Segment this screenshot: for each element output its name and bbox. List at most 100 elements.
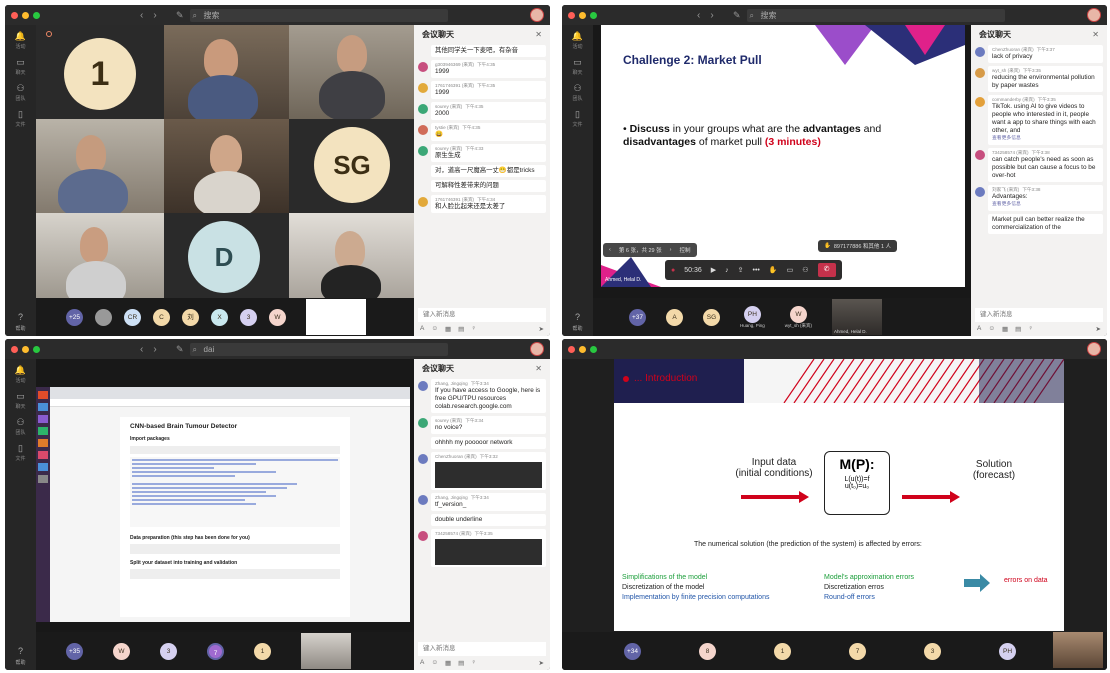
close-window-button[interactable]	[568, 345, 575, 353]
send-icon[interactable]: ➤	[1096, 325, 1101, 333]
participant-video[interactable]	[289, 213, 414, 303]
minimize-window-button[interactable]	[22, 345, 29, 353]
praise-icon[interactable]: ♀	[471, 659, 476, 666]
minimize-window-button[interactable]	[579, 345, 586, 353]
format-icon[interactable]: A	[420, 659, 424, 666]
search-input[interactable]: ⌕ 搜索	[189, 8, 448, 22]
participant-video[interactable]	[36, 119, 164, 213]
search-input[interactable]: ⌕ dai	[189, 342, 448, 356]
participant-avatar[interactable]: A	[666, 308, 683, 326]
participant-avatar[interactable]: 7	[207, 642, 224, 660]
participant-avatar[interactable]: W	[113, 642, 130, 660]
sticker-icon[interactable]: ▤	[458, 659, 464, 667]
files-icon[interactable]: ▯ 文件	[12, 109, 30, 129]
emoji-icon[interactable]: ☺	[988, 325, 995, 332]
maximize-window-button[interactable]	[33, 345, 40, 353]
prev-slide-icon[interactable]: ‹	[609, 247, 611, 253]
participant-video[interactable]	[164, 119, 289, 213]
close-icon[interactable]: ✕	[1092, 30, 1099, 39]
shared-thumbnail[interactable]	[306, 299, 366, 335]
participant-tile[interactable]: 1	[36, 25, 164, 119]
image-attachment[interactable]	[435, 462, 542, 488]
participant-tile[interactable]: SG	[289, 119, 414, 213]
participant-tile[interactable]: PH Huang, Ping	[740, 306, 765, 328]
maximize-window-button[interactable]	[33, 11, 40, 19]
participant-avatar[interactable]: W	[269, 308, 286, 326]
back-arrow-icon[interactable]: ‹	[140, 10, 143, 21]
more-participants-button[interactable]: +37	[629, 308, 646, 326]
back-arrow-icon[interactable]: ‹	[140, 344, 143, 355]
participant-video[interactable]	[1053, 632, 1103, 668]
close-window-button[interactable]	[11, 345, 18, 353]
back-arrow-icon[interactable]: ‹	[697, 10, 700, 21]
activity-icon[interactable]: 🔔 活动	[12, 365, 30, 385]
gif-icon[interactable]: ▦	[445, 325, 451, 333]
close-icon[interactable]: ✕	[535, 30, 542, 39]
participant-avatar[interactable]: 8	[699, 642, 716, 660]
teams-icon[interactable]: ⚇ 团队	[12, 417, 30, 437]
compose-icon[interactable]: ✎	[176, 344, 184, 355]
hand-icon[interactable]: ✋	[769, 266, 778, 274]
participant-avatar[interactable]: 3	[160, 642, 177, 660]
activity-icon[interactable]: 🔔 活动	[12, 31, 30, 51]
files-icon[interactable]: ▯ 文件	[12, 443, 30, 463]
participant-avatar[interactable]: 刘	[182, 308, 199, 326]
more-participants-button[interactable]: +34	[624, 642, 641, 660]
hangup-icon[interactable]: ✆	[817, 263, 836, 277]
participants-icon[interactable]: ⚇	[802, 266, 808, 274]
emoji-icon[interactable]: ☺	[431, 659, 438, 666]
participant-tile[interactable]: D	[164, 213, 289, 303]
close-window-button[interactable]	[568, 11, 575, 19]
close-window-button[interactable]	[11, 11, 18, 19]
send-icon[interactable]: ➤	[539, 325, 544, 333]
files-icon[interactable]: ▯ 文件	[569, 109, 587, 129]
chat-icon[interactable]: ▭ 聊天	[569, 57, 587, 77]
format-icon[interactable]: A	[977, 325, 981, 332]
see-more-link[interactable]: 查看更多信息	[992, 135, 1099, 143]
user-avatar[interactable]	[1087, 8, 1101, 22]
user-avatar[interactable]	[530, 8, 544, 22]
minimize-window-button[interactable]	[579, 11, 586, 19]
share-icon[interactable]: ⇪	[738, 266, 744, 274]
maximize-window-button[interactable]	[590, 345, 597, 353]
image-attachment[interactable]	[435, 539, 542, 565]
camera-icon[interactable]: ▶	[711, 266, 716, 274]
participant-video[interactable]: Ahmed, Helal D.	[832, 299, 883, 335]
participant-avatar[interactable]: 1	[254, 642, 271, 660]
participant-avatar[interactable]: PH	[999, 642, 1016, 660]
more-participants-button[interactable]: +35	[66, 642, 83, 660]
maximize-window-button[interactable]	[590, 11, 597, 19]
mic-icon[interactable]: ♪	[725, 267, 729, 274]
help-icon[interactable]: ? 帮助	[5, 646, 36, 666]
emoji-icon[interactable]: ☺	[431, 325, 438, 332]
sticker-icon[interactable]: ▤	[458, 325, 464, 333]
control-button[interactable]: 控制	[679, 246, 690, 254]
participant-avatar[interactable]: SG	[703, 308, 720, 326]
gif-icon[interactable]: ▦	[1002, 325, 1008, 333]
next-slide-icon[interactable]: ›	[670, 247, 672, 253]
forward-arrow-icon[interactable]: ›	[710, 10, 713, 21]
more-options-icon[interactable]: •••	[753, 267, 760, 274]
praise-icon[interactable]: ♀	[1028, 325, 1033, 332]
participant-avatar[interactable]: CR	[124, 308, 141, 326]
chat-icon[interactable]: ▭ 聊天	[12, 57, 30, 77]
search-input[interactable]: ⌕ 搜索	[746, 8, 1005, 22]
participant-avatar[interactable]: 3	[924, 642, 941, 660]
participant-avatar[interactable]: X	[211, 308, 228, 326]
participant-tile[interactable]: Wwyt_sh (来宾)	[785, 305, 812, 329]
user-avatar[interactable]	[530, 342, 544, 356]
praise-icon[interactable]: ♀	[471, 325, 476, 332]
participant-avatar[interactable]: C	[153, 308, 170, 326]
format-icon[interactable]: A	[420, 325, 424, 332]
compose-input[interactable]: 键入新消息	[418, 308, 546, 322]
participant-video[interactable]	[301, 633, 351, 669]
user-avatar[interactable]	[1087, 342, 1101, 356]
participant-video[interactable]	[36, 213, 164, 303]
participant-avatar[interactable]: 3	[240, 308, 257, 326]
participant-video[interactable]	[164, 25, 289, 119]
forward-arrow-icon[interactable]: ›	[153, 344, 156, 355]
activity-icon[interactable]: 🔔 活动	[569, 31, 587, 51]
chat-toggle-icon[interactable]: ▭	[787, 266, 794, 274]
help-icon[interactable]: ? 帮助	[5, 312, 36, 332]
participant-avatar[interactable]: 7	[849, 642, 866, 660]
